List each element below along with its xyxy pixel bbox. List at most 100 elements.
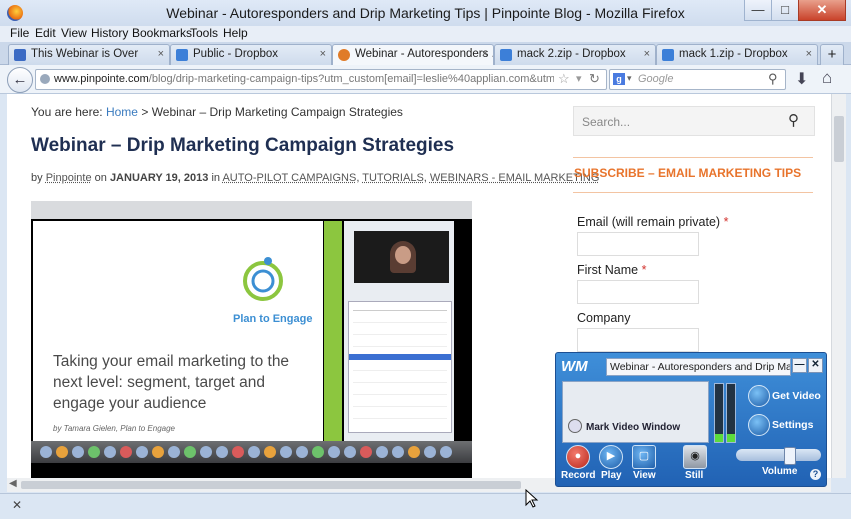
title-bar: Webinar - Autoresponders and Drip Market… bbox=[0, 0, 851, 26]
still-label: Still bbox=[685, 470, 704, 481]
search-bar[interactable]: g ▾ Google ⚲ bbox=[609, 69, 786, 90]
download-icon[interactable]: ⬇ bbox=[795, 69, 808, 89]
site-search-input[interactable]: Search... ⚲ bbox=[573, 106, 815, 136]
minimize-button[interactable]: — bbox=[744, 0, 772, 21]
subscribe-heading: SUBSCRIBE – EMAIL MARKETING TIPS bbox=[574, 166, 802, 180]
company-field[interactable] bbox=[577, 328, 699, 352]
volume-slider[interactable] bbox=[736, 447, 821, 465]
wm-minimize-button[interactable]: — bbox=[792, 358, 807, 373]
close-button[interactable]: ✕ bbox=[798, 0, 846, 21]
scroll-left-icon[interactable]: ◀ bbox=[9, 478, 17, 489]
post-byline: by Pinpointe on JANUARY 19, 2013 in AUTO… bbox=[31, 172, 600, 184]
record-label: Record bbox=[561, 470, 596, 481]
tab-mack-1-zip[interactable]: mack 1.zip - Dropbox × bbox=[656, 44, 818, 65]
tab-bar: This Webinar is Over × Public - Dropbox … bbox=[0, 42, 851, 65]
presentation-slide: Plan to Engage Taking your email marketi… bbox=[33, 221, 323, 441]
menu-history[interactable]: History bbox=[91, 26, 128, 40]
url-bar[interactable]: www.pinpointe.com/blog/drip-marketing-ca… bbox=[35, 69, 607, 90]
wm-preview-area bbox=[562, 381, 709, 443]
mouse-cursor bbox=[525, 489, 539, 508]
menu-file[interactable]: File bbox=[10, 26, 29, 40]
tab-webinar-autoresponders[interactable]: Webinar - Autoresponders ... × bbox=[332, 44, 494, 65]
tab-close-icon[interactable]: × bbox=[158, 45, 164, 64]
menu-edit[interactable]: Edit bbox=[35, 26, 56, 40]
slide-accent-bar bbox=[324, 221, 342, 441]
audio-meter-right bbox=[726, 383, 736, 443]
category-link[interactable]: TUTORIALS bbox=[362, 172, 424, 184]
webcam-feed bbox=[354, 231, 449, 283]
volume-label: Volume bbox=[762, 466, 798, 477]
reload-icon[interactable]: ↻ bbox=[589, 71, 600, 87]
chevron-down-icon[interactable]: ▾ bbox=[627, 73, 632, 84]
slide-author: by Tamara Gielen, Plan to Engage bbox=[53, 424, 176, 433]
url-text: www.pinpointe.com/blog/drip-marketing-ca… bbox=[54, 73, 554, 85]
scrollbar-thumb[interactable] bbox=[834, 116, 844, 162]
wm-recorder-widget[interactable]: WM Webinar - Autoresponders and Drip Mar… bbox=[555, 352, 827, 487]
tab-close-icon[interactable]: × bbox=[806, 45, 812, 64]
scrollbar-thumb[interactable] bbox=[21, 481, 521, 489]
search-placeholder: Google bbox=[638, 73, 674, 85]
status-close-icon[interactable]: ✕ bbox=[12, 498, 22, 512]
video-window-toolbar bbox=[31, 201, 472, 219]
tab-close-icon[interactable]: × bbox=[482, 45, 488, 64]
new-tab-button[interactable]: + bbox=[820, 44, 844, 65]
dropbox-icon bbox=[14, 49, 26, 61]
tab-public-dropbox[interactable]: Public - Dropbox × bbox=[170, 44, 332, 65]
volume-handle[interactable] bbox=[784, 447, 796, 465]
dropbox-icon bbox=[176, 49, 188, 61]
webinar-side-panel bbox=[344, 221, 454, 441]
get-video-icon[interactable] bbox=[748, 385, 770, 407]
maximize-button[interactable]: □ bbox=[771, 0, 799, 21]
home-icon[interactable]: ⌂ bbox=[822, 68, 832, 88]
pinpointe-icon bbox=[338, 49, 350, 61]
google-icon: g bbox=[613, 73, 625, 85]
dropbox-icon bbox=[662, 49, 674, 61]
first-name-label: First Name * bbox=[577, 263, 647, 277]
search-icon[interactable]: ⚲ bbox=[768, 71, 778, 87]
play-label: Play bbox=[601, 470, 622, 481]
mark-video-window-button[interactable]: Mark Video Window bbox=[586, 422, 680, 433]
audio-meter-left bbox=[714, 383, 724, 443]
search-icon[interactable]: ⚲ bbox=[788, 111, 799, 129]
view-button[interactable]: ▢ bbox=[632, 445, 656, 469]
email-field[interactable] bbox=[577, 232, 699, 256]
breadcrumb-current: Webinar – Drip Marketing Campaign Strate… bbox=[151, 105, 403, 119]
post-title[interactable]: Webinar – Drip Marketing Campaign Strate… bbox=[31, 135, 454, 157]
get-video-button[interactable]: Get Video bbox=[772, 390, 821, 402]
table-of-contents bbox=[348, 301, 452, 433]
vertical-scrollbar[interactable] bbox=[831, 94, 846, 478]
email-label: Email (will remain private) * bbox=[577, 215, 729, 229]
tab-close-icon[interactable]: × bbox=[644, 45, 650, 64]
menu-bookmarks[interactable]: Bookmarks bbox=[132, 26, 192, 40]
play-button[interactable]: ▶ bbox=[599, 445, 623, 469]
webinar-video[interactable]: Plan to Engage Taking your email marketi… bbox=[31, 201, 472, 478]
slide-heading: Taking your email marketing to the next … bbox=[53, 353, 290, 412]
breadcrumb-home-link[interactable]: Home bbox=[106, 105, 138, 119]
category-link[interactable]: AUTO-PILOT CAMPAIGNS bbox=[222, 172, 356, 184]
settings-button[interactable]: Settings bbox=[772, 419, 813, 431]
back-button[interactable]: ← bbox=[7, 67, 33, 93]
wm-title-field[interactable]: Webinar - Autoresponders and Drip Market… bbox=[606, 358, 791, 376]
still-camera-button[interactable]: ◉ bbox=[683, 445, 707, 469]
window-title: Webinar - Autoresponders and Drip Market… bbox=[166, 5, 685, 21]
tab-this-webinar-is-over[interactable]: This Webinar is Over × bbox=[8, 44, 170, 65]
view-label: View bbox=[633, 470, 656, 481]
bookmark-star-icon[interactable]: ☆ bbox=[558, 71, 570, 87]
menu-view[interactable]: View bbox=[61, 26, 87, 40]
dropdown-icon[interactable]: ▾ bbox=[576, 72, 582, 85]
record-button[interactable]: ● bbox=[566, 445, 590, 469]
divider bbox=[573, 157, 813, 158]
help-icon[interactable]: ? bbox=[810, 469, 821, 480]
tab-close-icon[interactable]: × bbox=[320, 45, 326, 64]
first-name-field[interactable] bbox=[577, 280, 699, 304]
author-link[interactable]: Pinpointe bbox=[46, 172, 92, 184]
post-date: JANUARY 19, 2013 bbox=[109, 172, 209, 184]
wm-close-button[interactable]: ✕ bbox=[808, 358, 823, 373]
mark-video-icon[interactable] bbox=[568, 419, 582, 433]
dropbox-icon bbox=[500, 49, 512, 61]
tab-mack-2-zip[interactable]: mack 2.zip - Dropbox × bbox=[494, 44, 656, 65]
menu-help[interactable]: Help bbox=[223, 26, 248, 40]
settings-icon[interactable] bbox=[748, 414, 770, 436]
menu-tools[interactable]: Tools bbox=[190, 26, 218, 40]
status-bar: ✕ bbox=[0, 493, 851, 519]
